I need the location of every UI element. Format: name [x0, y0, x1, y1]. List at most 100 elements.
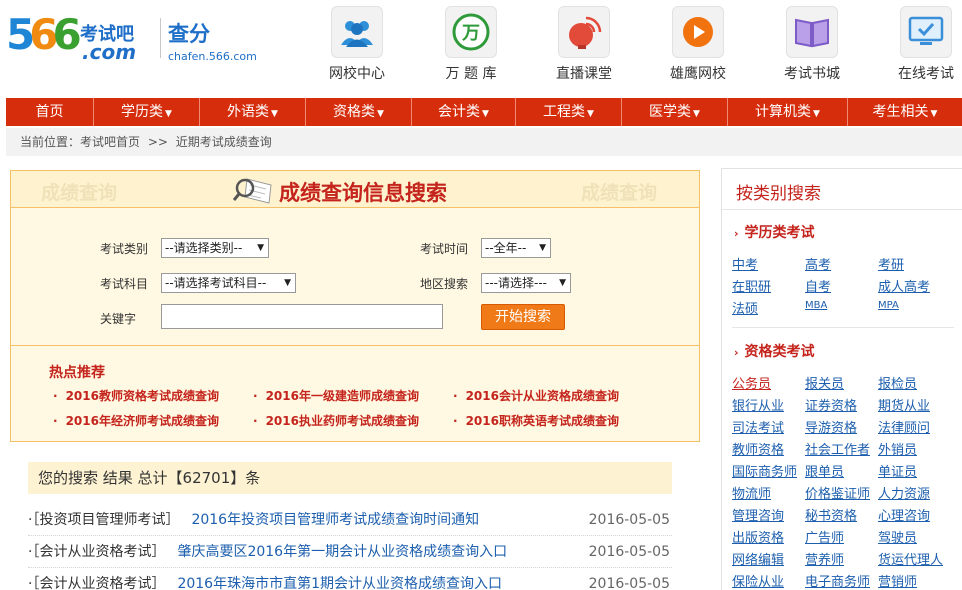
sidebar-link[interactable]: 货运代理人	[878, 549, 943, 568]
nav-medical[interactable]: 医学类 ▼	[622, 98, 728, 126]
sidebar-link[interactable]: MBA	[805, 300, 827, 311]
chafen-logo[interactable]: 查分 chafen.566.com	[168, 18, 257, 63]
quick-nav-books[interactable]: 考试书城	[772, 6, 852, 83]
region-select[interactable]: ---请选择--- ▼	[481, 273, 571, 293]
sidebar-link[interactable]: 网络编辑	[732, 549, 784, 568]
logo-domain: .com	[82, 40, 137, 64]
quick-nav-label: 考试书城	[784, 66, 840, 82]
result-row: ·［会计从业资格考试］ 肇庆高要区2016年第一期会计从业资格成绩查询入口 201…	[28, 536, 672, 568]
chevron-right-icon: ›	[734, 346, 739, 359]
result-category[interactable]: ·［会计从业资格考试］	[28, 544, 165, 560]
sidebar-link[interactable]: 法硕	[732, 298, 758, 317]
sidebar-link[interactable]: 人力资源	[878, 483, 930, 502]
sidebar-link[interactable]: 价格鉴证师	[805, 483, 870, 502]
sidebar-link[interactable]: 公务员	[732, 373, 771, 392]
dropdown-arrow-icon: ▼	[559, 278, 566, 288]
sidebar-link[interactable]: 中考	[732, 254, 758, 273]
quick-nav-label: 雄鹰网校	[670, 66, 726, 82]
result-category[interactable]: ·［会计从业资格考试］	[28, 576, 165, 590]
hot-link[interactable]: · 2016年经济师考试成绩查询	[53, 412, 219, 429]
subject-select[interactable]: --请选择考试科目-- ▼	[161, 273, 296, 293]
nav-foreign-language[interactable]: 外语类 ▼	[200, 98, 306, 126]
search-panel-header: 成绩查询 成绩查询信息搜索 成绩查询	[11, 171, 699, 208]
sidebar-link[interactable]: 银行从业	[732, 395, 784, 414]
quick-nav-online-exam[interactable]: 在线考试	[886, 6, 962, 83]
hot-link[interactable]: · 2016执业药师考试成绩查询	[253, 412, 419, 429]
sidebar-section-academic: › 学历类考试	[734, 225, 815, 241]
keyword-input[interactable]	[161, 304, 443, 329]
sidebar-link[interactable]: 高考	[805, 254, 831, 273]
sidebar-link[interactable]: 在职研	[732, 276, 771, 295]
nav-accounting[interactable]: 会计类 ▼	[412, 98, 516, 126]
category-label: 考试类别	[100, 242, 149, 256]
result-date: 2016-05-05	[588, 544, 670, 560]
chafen-url: chafen.566.com	[168, 50, 257, 63]
chevron-down-icon: ▼	[271, 109, 278, 119]
nav-academic[interactable]: 学历类 ▼	[94, 98, 200, 126]
sidebar-link[interactable]: 期货从业	[878, 395, 930, 414]
region-label: 地区搜索	[420, 277, 469, 291]
start-search-button[interactable]: 开始搜索	[481, 304, 565, 330]
sidebar-link[interactable]: 秘书资格	[805, 505, 857, 524]
sidebar-link[interactable]: 报关员	[805, 373, 844, 392]
result-date: 2016-05-05	[588, 576, 670, 590]
result-category[interactable]: ·［投资项目管理师考试］	[28, 512, 179, 528]
hot-recommend-title: 热点推荐	[49, 365, 105, 381]
sidebar-link[interactable]: 社会工作者	[805, 439, 870, 458]
quick-nav-school[interactable]: 网校中心	[317, 6, 397, 83]
logo-divider	[160, 18, 161, 58]
sidebar-link[interactable]: 保险从业	[732, 571, 784, 590]
sidebar-link[interactable]: 出版资格	[732, 527, 784, 546]
sidebar-link[interactable]: 自考	[805, 276, 831, 295]
sidebar-link[interactable]: MPA	[878, 300, 899, 311]
time-select[interactable]: --全年-- ▼	[481, 238, 551, 258]
chevron-down-icon: ▼	[482, 109, 489, 119]
quick-nav-question-bank[interactable]: 万 万 题 库	[431, 6, 511, 83]
sidebar-link[interactable]: 国际商务师	[732, 461, 797, 480]
sidebar-link[interactable]: 导游资格	[805, 417, 857, 436]
sidebar-link[interactable]: 证券资格	[805, 395, 857, 414]
sidebar-link[interactable]: 司法考试	[732, 417, 784, 436]
sidebar-link[interactable]: 外销员	[878, 439, 917, 458]
chevron-right-icon: ›	[734, 227, 739, 240]
breadcrumb-current: 近期考试成绩查询	[175, 135, 272, 149]
sidebar-link[interactable]: 成人高考	[878, 276, 930, 295]
breadcrumb-separator: >>	[147, 135, 168, 149]
sidebar-link[interactable]: 考研	[878, 254, 904, 273]
sidebar-link[interactable]: 法律顾问	[878, 417, 930, 436]
sidebar-link[interactable]: 广告师	[805, 527, 844, 546]
sidebar-link[interactable]: 管理咨询	[732, 505, 784, 524]
sidebar-link[interactable]: 营养师	[805, 549, 844, 568]
result-title-link[interactable]: 2016年投资项目管理师考试成绩查询时间通知	[191, 512, 479, 528]
sidebar-link[interactable]: 营销师	[878, 571, 917, 590]
breadcrumb-home-link[interactable]: 考试吧首页	[80, 135, 140, 149]
sidebar-link[interactable]: 驾驶员	[878, 527, 917, 546]
sidebar-link[interactable]: 报检员	[878, 373, 917, 392]
hot-link[interactable]: · 2016会计从业资格成绩查询	[453, 387, 619, 404]
hot-link[interactable]: · 2016年一级建造师成绩查询	[253, 387, 419, 404]
quick-nav-eagle[interactable]: 雄鹰网校	[658, 6, 738, 83]
chevron-down-icon: ▼	[813, 109, 820, 119]
sidebar-link[interactable]: 教师资格	[732, 439, 784, 458]
hot-link[interactable]: · 2016教师资格考试成绩查询	[53, 387, 219, 404]
category-select[interactable]: --请选择类别-- ▼	[161, 238, 269, 258]
result-title-link[interactable]: 2016年珠海市市直第1期会计从业资格成绩查询入口	[177, 576, 502, 590]
nav-engineering[interactable]: 工程类 ▼	[516, 98, 622, 126]
nav-home[interactable]: 首页	[6, 98, 94, 126]
sidebar-link[interactable]: 单证员	[878, 461, 917, 480]
sidebar-link[interactable]: 物流师	[732, 483, 771, 502]
sidebar-link[interactable]: 电子商务师	[805, 571, 870, 590]
nav-qualification[interactable]: 资格类 ▼	[306, 98, 412, 126]
site-logo[interactable]: 566 考试吧 .com	[6, 12, 156, 65]
nav-candidate[interactable]: 考生相关 ▼	[848, 98, 962, 126]
chevron-down-icon: ▼	[587, 109, 594, 119]
hot-link[interactable]: · 2016职称英语考试成绩查询	[453, 412, 619, 429]
result-title-link[interactable]: 肇庆高要区2016年第一期会计从业资格成绩查询入口	[177, 544, 507, 560]
nav-computer[interactable]: 计算机类 ▼	[728, 98, 848, 126]
quick-nav-live[interactable]: 直播课堂	[544, 6, 624, 83]
sidebar-link[interactable]: 心理咨询	[878, 505, 930, 524]
sidebar-divider	[722, 209, 962, 210]
play-icon	[672, 6, 724, 58]
hot-recommend: 热点推荐 · 2016教师资格考试成绩查询 · 2016年一级建造师成绩查询 · 20…	[11, 345, 699, 441]
sidebar-link[interactable]: 跟单员	[805, 461, 844, 480]
